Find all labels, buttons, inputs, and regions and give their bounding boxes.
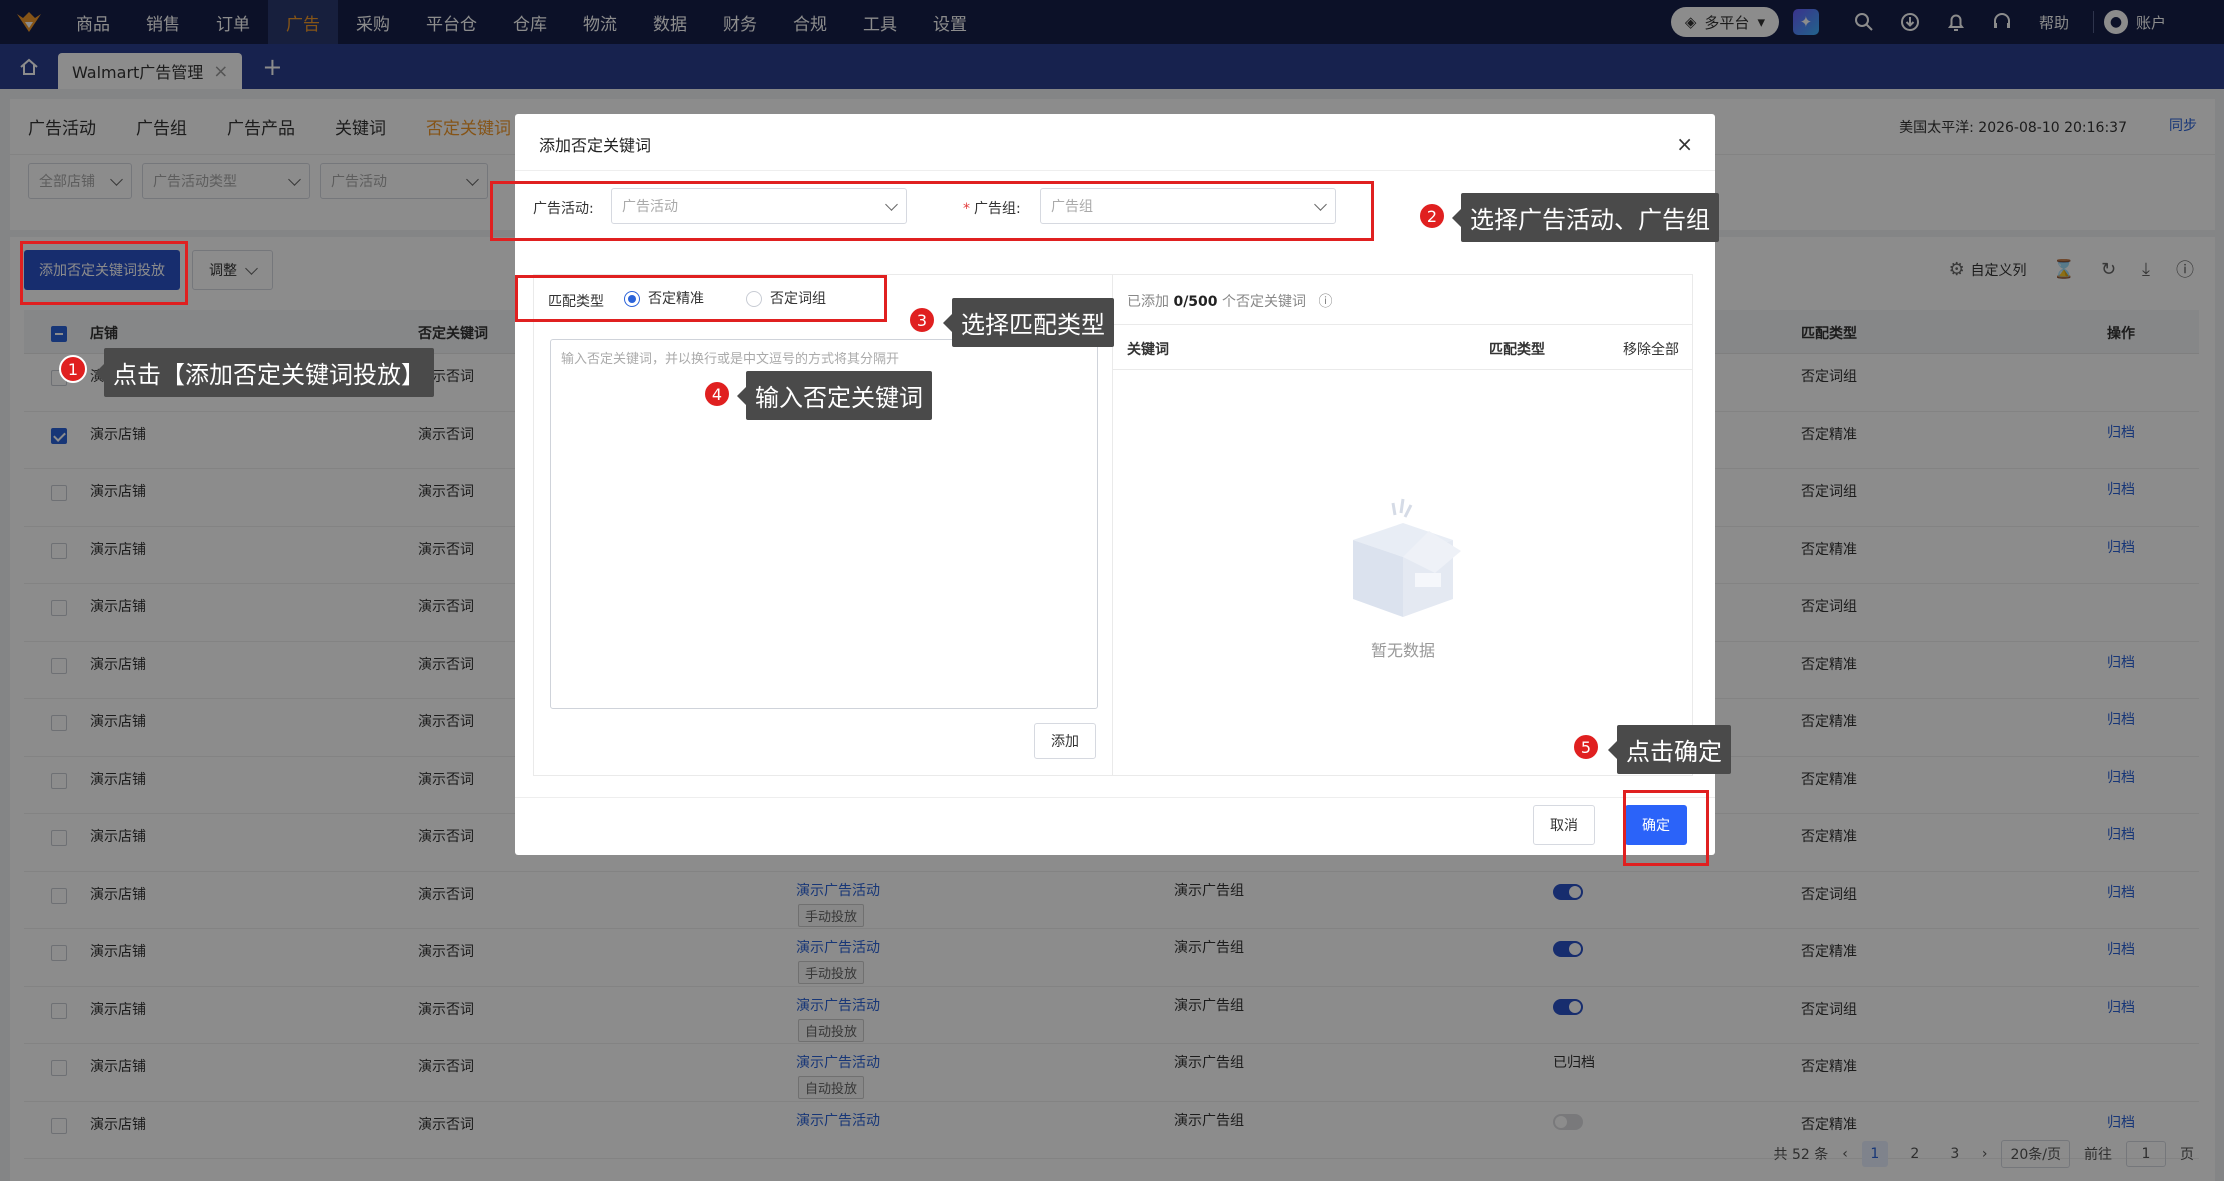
- close-icon[interactable]: ×: [1676, 132, 1693, 156]
- add-keyword-button[interactable]: 添加: [1034, 723, 1096, 759]
- step-badge-2: 2: [1418, 202, 1446, 230]
- remove-all-link[interactable]: 移除全部: [1623, 339, 1679, 359]
- step-tip-2: 选择广告活动、广告组: [1452, 193, 1719, 242]
- added-keywords-header: 关键词 匹配类型 移除全部: [1113, 324, 1692, 370]
- col-match: 匹配类型: [1489, 342, 1545, 358]
- empty-text: 暂无数据: [1370, 641, 1435, 660]
- divider: [515, 170, 1715, 171]
- dialog-title: 添加否定关键词: [539, 136, 652, 155]
- highlight-campaign-group: [490, 181, 1374, 241]
- step-badge-4: 4: [703, 380, 731, 408]
- question-icon[interactable]: ⓘ: [1318, 294, 1332, 310]
- step-badge-1: 1: [59, 355, 87, 383]
- empty-box-icon: [1353, 498, 1461, 617]
- step-tip-4: 输入否定关键词: [737, 371, 932, 420]
- highlight-match-type: [515, 275, 887, 322]
- highlight-add-button: [20, 241, 188, 305]
- col-keyword: 关键词: [1127, 342, 1169, 358]
- step-tip-1: 点击【添加否定关键词投放】: [95, 348, 434, 397]
- step-tip-3: 选择匹配类型: [943, 298, 1114, 347]
- added-count: 已添加 0/500 个否定关键词 ⓘ: [1127, 294, 1333, 310]
- cancel-button[interactable]: 取消: [1533, 805, 1595, 845]
- step-badge-3: 3: [908, 306, 936, 334]
- step-badge-5: 5: [1572, 733, 1600, 761]
- divider: [515, 797, 1715, 798]
- added-keywords-pane: 已添加 0/500 个否定关键词 ⓘ 关键词 匹配类型 移除全部 暂无数据: [1113, 274, 1693, 776]
- highlight-confirm: [1623, 790, 1709, 866]
- keyword-input-pane: 匹配类型 否定精准 否定词组 输入否定关键词，并以换行或是中文逗号的方式将其分隔…: [533, 274, 1113, 776]
- step-tip-5: 点击确定: [1608, 725, 1731, 774]
